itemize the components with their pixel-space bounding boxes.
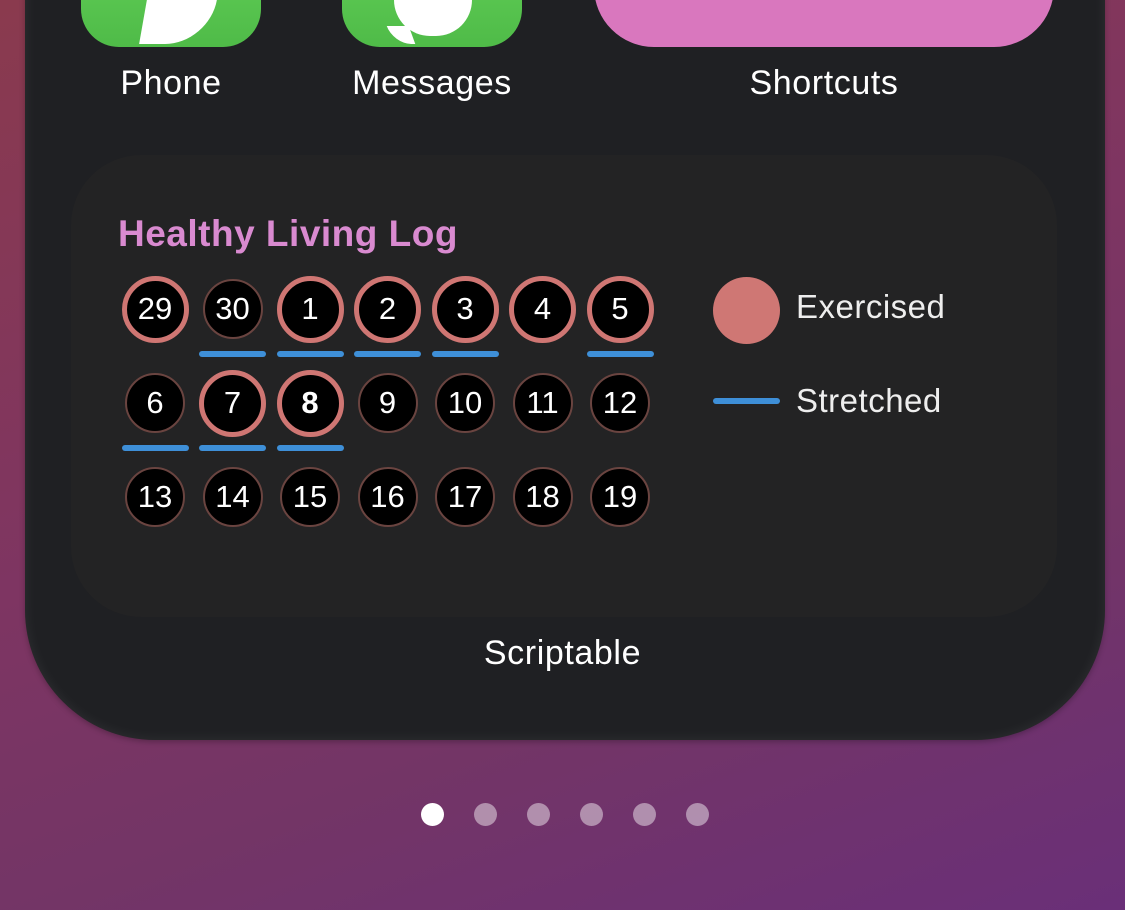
widget-app-label: Scriptable: [483, 634, 642, 672]
calendar-day-number: 16: [370, 479, 405, 514]
calendar-day-number: 17: [447, 479, 483, 514]
calendar-day-4: 4: [509, 275, 576, 343]
calendar-day-9: 9: [357, 373, 418, 433]
exercised-legend-icon: [713, 277, 780, 344]
healthy-living-widget[interactable]: Healthy Living Log Exercised Stretched 2…: [71, 155, 1057, 617]
calendar-day-1: 1: [276, 275, 344, 343]
calendar-day-17: 17: [435, 467, 495, 527]
stretched-indicator: [199, 445, 266, 451]
calendar-day-number: 13: [137, 479, 173, 514]
calendar-day-16: 16: [357, 467, 418, 527]
page-indicator[interactable]: [420, 803, 720, 827]
calendar-day-8: 8: [276, 369, 344, 437]
calendar-day-number: 19: [602, 479, 638, 514]
page-dot-4[interactable]: [580, 803, 603, 826]
calendar-day-number: 5: [611, 291, 629, 326]
page-dot-3[interactable]: [527, 803, 550, 826]
calendar-day-number: 3: [456, 291, 474, 326]
calendar-day-11: 11: [512, 373, 573, 433]
exercised-legend-label: Exercised: [796, 288, 946, 325]
calendar-day-5: 5: [586, 275, 654, 343]
calendar-day-15: 15: [280, 467, 340, 527]
page-dot-2[interactable]: [474, 803, 497, 826]
page-dot-1[interactable]: [421, 803, 444, 826]
calendar-day-12: 12: [590, 373, 650, 433]
messages-app-label[interactable]: Messages: [322, 64, 542, 103]
calendar-day-number: 9: [378, 385, 397, 420]
shortcuts-app-label[interactable]: Shortcuts: [594, 64, 1054, 103]
calendar-day-number: 18: [525, 479, 560, 514]
stretched-legend-icon: [713, 398, 780, 404]
calendar-day-number: 12: [602, 385, 638, 420]
shortcuts-app-icon[interactable]: [594, 0, 1054, 47]
calendar-day-3: 3: [431, 275, 499, 343]
calendar-day-number: 4: [533, 291, 552, 326]
stretched-legend-label: Stretched: [796, 382, 942, 419]
calendar-day-number: 8: [301, 385, 319, 420]
calendar-day-7: 7: [199, 369, 266, 437]
calendar-day-number: 15: [292, 479, 328, 514]
calendar-day-18: 18: [512, 467, 573, 527]
phone-icon: [139, 0, 217, 44]
stretched-indicator: [354, 351, 421, 357]
phone-app-icon[interactable]: [81, 0, 261, 47]
calendar-day-6: 6: [125, 373, 185, 433]
phone-app-label[interactable]: Phone: [81, 64, 261, 103]
calendar-day-2: 2: [354, 275, 421, 343]
stretched-indicator: [586, 351, 654, 357]
stretched-indicator: [276, 351, 344, 357]
calendar-day-30: 30: [202, 279, 263, 339]
page-dot-5[interactable]: [633, 803, 656, 826]
calendar-day-number: 10: [447, 385, 483, 420]
calendar-day-19: 19: [590, 467, 650, 527]
widget-title: Healthy Living Log: [118, 213, 458, 254]
calendar-day-14: 14: [202, 467, 263, 527]
stretched-indicator: [121, 445, 189, 451]
calendar-day-number: 30: [215, 291, 250, 326]
calendar-day-number: 2: [378, 291, 397, 326]
stretched-indicator: [199, 351, 266, 357]
page-dot-6[interactable]: [686, 803, 709, 826]
calendar-day-number: 11: [526, 385, 559, 420]
calendar-day-number: 14: [215, 479, 250, 514]
stretched-indicator: [431, 351, 499, 357]
calendar-day-13: 13: [125, 467, 185, 527]
calendar-day-number: 6: [146, 385, 164, 420]
messages-app-icon[interactable]: [342, 0, 522, 47]
calendar-day-number: 1: [301, 291, 319, 326]
calendar-day-number: 7: [223, 385, 242, 420]
calendar-day-29: 29: [121, 275, 189, 343]
calendar-day-10: 10: [435, 373, 495, 433]
stretched-indicator: [276, 445, 344, 451]
calendar-day-number: 29: [137, 291, 173, 326]
